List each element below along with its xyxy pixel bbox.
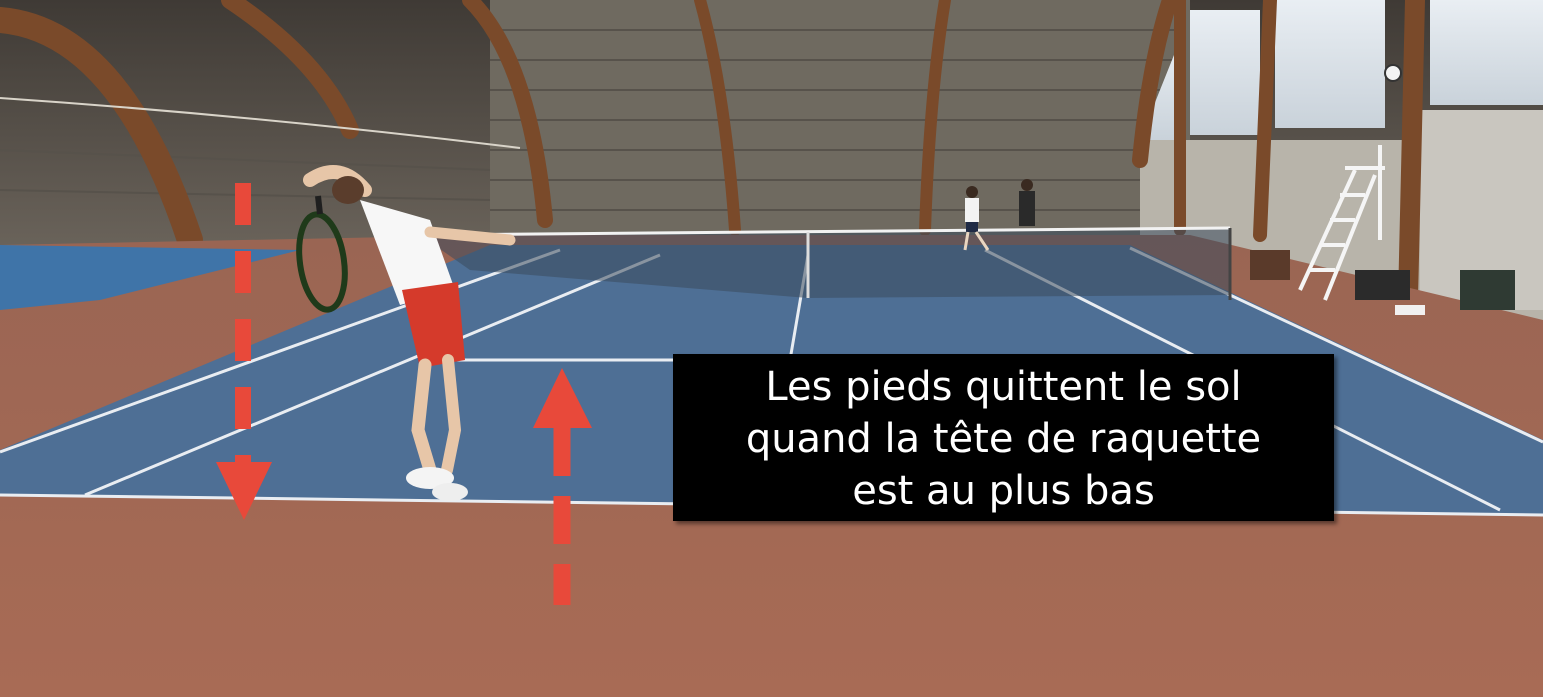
tennis-court-photo bbox=[0, 0, 1543, 697]
spectator bbox=[1019, 179, 1035, 226]
caption-line-2: quand la tête de raquette bbox=[745, 415, 1262, 462]
caption-box: Les pieds quittent le sol quand la tête … bbox=[673, 354, 1334, 521]
wall-clock bbox=[1384, 64, 1402, 82]
caption-line-3: est au plus bas bbox=[852, 467, 1155, 514]
caption-line-1: Les pieds quittent le sol bbox=[765, 363, 1242, 410]
video-frame: Les pieds quittent le sol quand la tête … bbox=[0, 0, 1543, 697]
